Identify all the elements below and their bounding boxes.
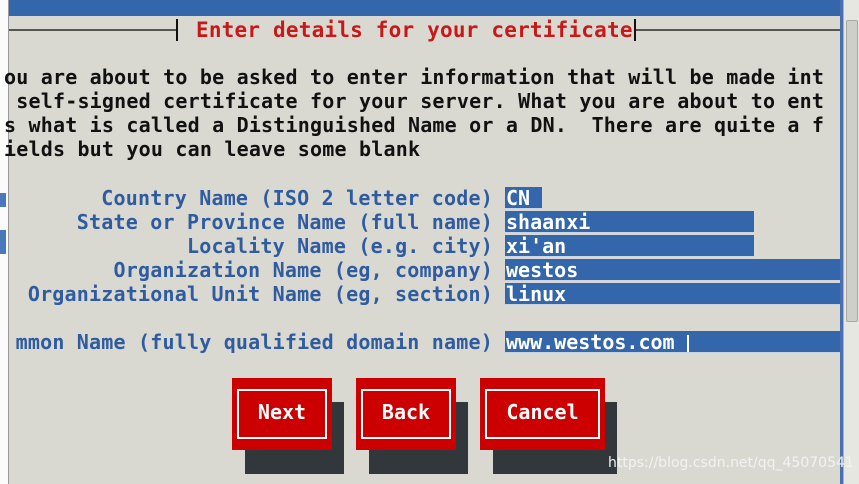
text-cursor [686, 334, 689, 352]
organization-name-value: westos [506, 259, 579, 281]
intro-line: ou are about to be asked to enter inform… [4, 65, 825, 89]
intro-paragraph: ou are about to be asked to enter inform… [4, 65, 844, 161]
intro-line: ields but you can leave some blank [4, 137, 421, 161]
left-edge-marker [0, 193, 6, 207]
organizational-unit-value: linux [506, 283, 567, 305]
organizational-unit-label: Organizational Unit Name (eg, section) [27, 282, 493, 306]
next-button[interactable]: Next [232, 378, 332, 450]
intro-line: s what is called a Distinguished Name or… [4, 113, 825, 137]
cancel-button[interactable]: Cancel [480, 378, 605, 450]
common-name-value: www.westos.com [506, 331, 675, 353]
country-name-label: Country Name (ISO 2 letter code) [101, 186, 493, 210]
intro-line: self-signed certificate for your server.… [4, 89, 825, 113]
common-name-field[interactable]: www.westos.com [505, 331, 840, 353]
scrollbar-thumb[interactable] [846, 20, 858, 322]
back-button[interactable]: Back [356, 378, 456, 450]
title-rule-left [9, 29, 176, 31]
organization-name-field[interactable]: westos [505, 259, 840, 281]
state-name-field[interactable]: shaanxi [505, 211, 754, 233]
title-rule-right [636, 29, 840, 31]
back-button-label: Back [381, 400, 431, 424]
common-name-label: mmon Name (fully qualified domain name) [15, 330, 493, 354]
locality-name-field[interactable]: xi'an [505, 235, 754, 257]
locality-name-value: xi'an [506, 235, 567, 257]
dialog-title: Enter details for your certificate [196, 18, 633, 42]
top-frame-bar [9, 0, 840, 16]
next-button-label: Next [257, 400, 307, 424]
state-name-label: State or Province Name (full name) [76, 210, 493, 234]
left-edge-marker [0, 230, 6, 254]
title-bracket-left [176, 19, 178, 41]
country-name-field[interactable]: CN [505, 187, 542, 209]
organization-name-label: Organization Name (eg, company) [113, 258, 493, 282]
locality-name-label: Locality Name (e.g. city) [186, 234, 493, 258]
country-name-value: CN [506, 187, 531, 209]
state-name-value: shaanxi [506, 211, 591, 233]
cancel-button-label: Cancel [506, 400, 579, 424]
organizational-unit-field[interactable]: linux [505, 283, 840, 305]
watermark: https://blog.csdn.net/qq_45070541 [608, 455, 854, 471]
